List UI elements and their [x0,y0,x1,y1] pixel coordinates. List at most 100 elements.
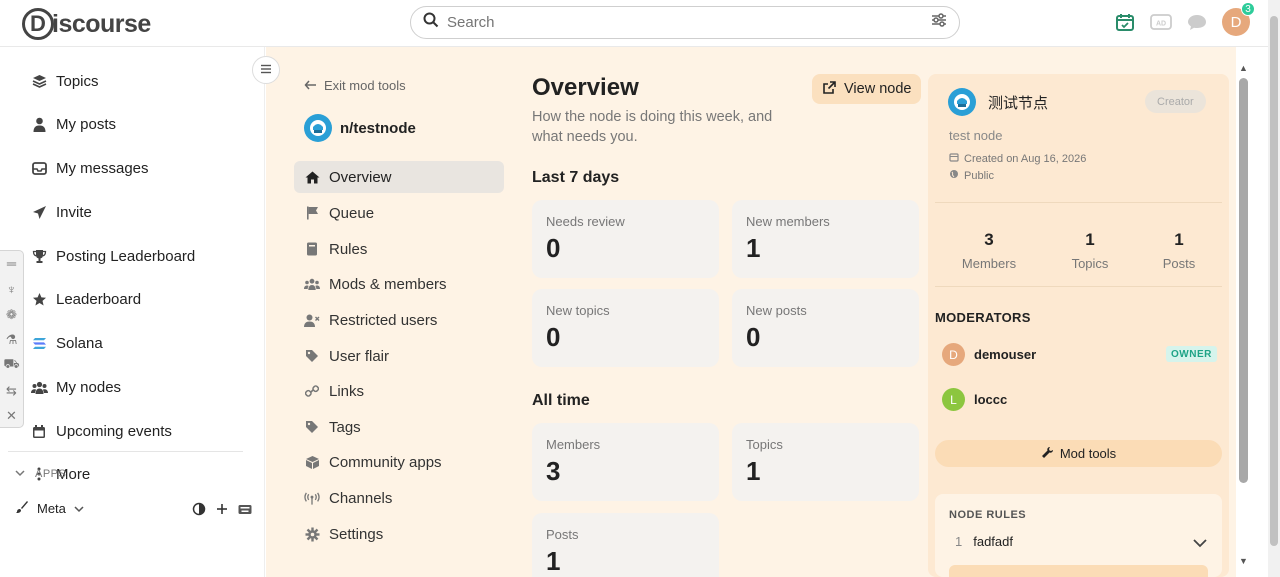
cluster-icon[interactable]: ❁ [4,304,20,325]
theme-toggle-icon[interactable] [192,502,206,519]
modnav-item-label: Overview [329,168,392,186]
scroll-down-arrow-icon[interactable]: ▼ [1239,556,1248,566]
avatar-letter: D [1230,13,1242,31]
sidebar-item-my-posts[interactable]: My posts [30,112,116,136]
modnav-item-channels[interactable]: Channels [294,482,504,514]
role-badge: Creator [1145,90,1206,113]
stat-card-new-members[interactable]: New members 1 [732,200,919,278]
node-description: test node [949,128,1003,143]
scroll-up-arrow-icon[interactable]: ▲ [1239,63,1248,73]
close-icon[interactable]: ✕ [4,406,20,427]
created-text: Created on Aug 16, 2026 [964,152,1087,165]
mod-tools-button[interactable]: Mod tools [935,440,1222,467]
meta-selector[interactable]: Meta [15,500,84,517]
visibility-text: Public [964,169,994,182]
sidebar-item-solana[interactable]: Solana [30,331,103,355]
chat-bubble-icon[interactable] [1186,11,1208,33]
stat-card-needs-review[interactable]: Needs review 0 [532,200,719,278]
node-name: n/testnode [340,119,416,137]
apps-section-header[interactable]: APPS [15,468,66,480]
modnav-item-settings[interactable]: Settings [294,518,504,550]
globe-icon [949,169,959,182]
plus-icon[interactable] [216,503,228,518]
modnav-item-tags[interactable]: Tags [294,411,504,443]
gear-icon [304,527,320,542]
rule-number: 1 [955,534,963,549]
search-input[interactable] [447,14,931,31]
page-title: Overview [532,74,639,101]
node-stat-topics: 1 Topics [1050,230,1130,271]
calendar-check-icon[interactable] [1114,11,1136,33]
exit-mod-tools-link[interactable]: Exit mod tools [304,78,406,93]
modnav-item-queue[interactable]: Queue [294,197,504,229]
sidebar-item-label: My nodes [56,378,122,396]
panel-node-name: 测试节点 [988,94,1049,112]
node-identity[interactable]: n/testnode [304,114,416,142]
stat-card-alltime-posts[interactable]: Posts 1 [532,513,719,577]
modnav-item-links[interactable]: Links [294,375,504,407]
node-rules-header: NODE RULES [949,509,1027,521]
user-avatar[interactable]: D 3 [1222,2,1255,36]
stat-label: New posts [746,303,807,318]
modnav-item-rules[interactable]: Rules [294,233,504,265]
drag-handle-icon[interactable]: ═ [4,253,20,274]
node-created-date: Created on Aug 16, 2026 [949,152,1086,165]
modnav-item-label: Queue [329,204,375,222]
rule-item[interactable]: 1 fadfadf [955,534,1013,549]
external-link-icon [822,80,837,99]
moderator-row[interactable]: Ddemouser [942,343,1036,366]
chevron-down-icon[interactable] [1192,535,1208,553]
window-scrollbar[interactable] [1268,0,1280,577]
modnav-item-label: Rules [329,240,368,258]
sidebar-item-leaderboard[interactable]: Leaderboard [30,287,141,311]
scroll-thumb[interactable] [1239,78,1248,483]
node-stat-label: Posts [1162,256,1196,271]
search-icon [423,12,439,33]
view-node-button[interactable]: View node [812,74,922,104]
search-bar[interactable] [410,6,960,39]
flag-icon [304,206,320,220]
modnav-item-restricted-users[interactable]: Restricted users [294,304,504,336]
sidebar-item-upcoming-events[interactable]: Upcoming events [30,419,172,443]
truck-icon[interactable]: ⛟ [3,355,19,376]
owner-badge: OWNER [1166,346,1217,362]
window-scroll-thumb[interactable] [1270,16,1278,546]
rules-action-strip[interactable] [949,565,1208,577]
node-stat-label: Members [961,256,1017,271]
modnav-item-mods-members[interactable]: Mods & members [294,268,504,300]
node-avatar-icon [304,114,332,142]
ad-icon[interactable]: AD [1150,11,1172,33]
stat-value: 1 [746,456,761,486]
modnav-item-user-flair[interactable]: User flair [294,340,504,372]
plugin-icon[interactable]: ♆ [4,278,20,299]
filter-sliders-icon[interactable] [931,12,947,33]
keyboard-icon[interactable] [238,503,252,518]
flask-icon[interactable]: ⚗ [4,329,20,350]
mod-tools-label: Mod tools [1059,446,1117,461]
stat-card-new-topics[interactable]: New topics 0 [532,289,719,367]
stat-card-alltime-members[interactable]: Members 3 [532,423,719,501]
sidebar-item-invite[interactable]: Invite [30,200,92,224]
sidebar-divider [8,451,243,452]
sidebar-item-label: Posting Leaderboard [56,247,196,265]
users-icon [30,381,48,394]
brush-icon [15,500,29,517]
discourse-logo[interactable]: D iscourse [22,7,151,41]
sidebar-item-topics[interactable]: Topics [30,69,99,93]
node-visibility: Public [949,169,994,182]
moderator-name: loccc [974,392,1008,407]
sidebar-toggle-button[interactable] [252,56,280,84]
moderator-row[interactable]: Lloccc [942,388,1007,411]
modnav-item-overview[interactable]: Overview [294,161,504,193]
home-icon [304,171,320,184]
stat-card-new-posts[interactable]: New posts 0 [732,289,919,367]
sidebar-item-my-nodes[interactable]: My nodes [30,375,121,399]
sidebar-item-posting-leaderboard[interactable]: Posting Leaderboard [30,244,195,268]
transfer-icon[interactable]: ⇆ [4,380,20,401]
moderators-header: MODERATORS [935,310,1031,325]
panel-divider [935,286,1222,287]
stat-card-alltime-topics[interactable]: Topics 1 [732,423,919,501]
modnav-item-community-apps[interactable]: Community apps [294,446,504,478]
sidebar-item-my-messages[interactable]: My messages [30,156,149,180]
moderator-name: demouser [974,347,1037,362]
